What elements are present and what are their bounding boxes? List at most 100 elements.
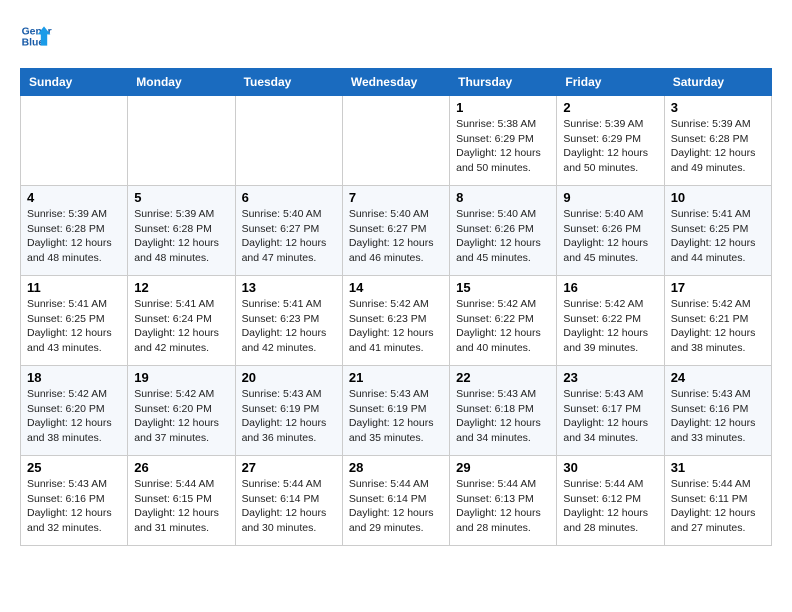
day-number: 4 <box>27 190 121 205</box>
day-info: Sunrise: 5:43 AM Sunset: 6:18 PM Dayligh… <box>456 387 550 446</box>
day-number: 20 <box>242 370 336 385</box>
day-info: Sunrise: 5:42 AM Sunset: 6:22 PM Dayligh… <box>456 297 550 356</box>
day-info: Sunrise: 5:39 AM Sunset: 6:28 PM Dayligh… <box>134 207 228 266</box>
weekday-header-thursday: Thursday <box>450 69 557 96</box>
day-info: Sunrise: 5:42 AM Sunset: 6:22 PM Dayligh… <box>563 297 657 356</box>
day-number: 6 <box>242 190 336 205</box>
day-info: Sunrise: 5:42 AM Sunset: 6:21 PM Dayligh… <box>671 297 765 356</box>
calendar-cell: 11Sunrise: 5:41 AM Sunset: 6:25 PM Dayli… <box>21 276 128 366</box>
day-number: 8 <box>456 190 550 205</box>
calendar-cell: 15 Sunrise: 5:42 AM Sunset: 6:22 PM Dayli… <box>450 276 557 366</box>
day-number: 17 <box>671 280 765 295</box>
day-number: 13 <box>242 280 336 295</box>
day-number: 29 <box>456 460 550 475</box>
weekday-header-monday: Monday <box>128 69 235 96</box>
logo: General Blue <box>20 20 56 52</box>
day-info: Sunrise: 5:44 AM Sunset: 6:11 PM Dayligh… <box>671 477 765 536</box>
day-number: 23 <box>563 370 657 385</box>
calendar-cell: 1 Sunrise: 5:38 AM Sunset: 6:29 PM Daylig… <box>450 96 557 186</box>
day-info: Sunrise: 5:38 AM Sunset: 6:29 PM Dayligh… <box>456 117 550 176</box>
day-info: Sunrise: 5:39 AM Sunset: 6:28 PM Dayligh… <box>671 117 765 176</box>
calendar-cell: 19 Sunrise: 5:42 AM Sunset: 6:20 PM Dayli… <box>128 366 235 456</box>
day-info: Sunrise: 5:41 AM Sunset: 6:23 PM Dayligh… <box>242 297 336 356</box>
day-number: 15 <box>456 280 550 295</box>
day-info: Sunrise: 5:41 AM Sunset: 6:25 PM Dayligh… <box>27 297 121 356</box>
calendar-cell: 26 Sunrise: 5:44 AM Sunset: 6:15 PM Dayli… <box>128 456 235 546</box>
day-info: Sunrise: 5:43 AM Sunset: 6:19 PM Dayligh… <box>242 387 336 446</box>
day-number: 24 <box>671 370 765 385</box>
calendar-cell: 29 Sunrise: 5:44 AM Sunset: 6:13 PM Dayli… <box>450 456 557 546</box>
day-number: 19 <box>134 370 228 385</box>
calendar-cell: 8 Sunrise: 5:40 AM Sunset: 6:26 PM Daylig… <box>450 186 557 276</box>
day-info: Sunrise: 5:39 AM Sunset: 6:29 PM Dayligh… <box>563 117 657 176</box>
day-info: Sunrise: 5:42 AM Sunset: 6:23 PM Dayligh… <box>349 297 443 356</box>
day-number: 18 <box>27 370 121 385</box>
calendar-cell: 12 Sunrise: 5:41 AM Sunset: 6:24 PM Dayli… <box>128 276 235 366</box>
day-info: Sunrise: 5:44 AM Sunset: 6:15 PM Dayligh… <box>134 477 228 536</box>
day-info: Sunrise: 5:43 AM Sunset: 6:17 PM Dayligh… <box>563 387 657 446</box>
calendar-cell: 9 Sunrise: 5:40 AM Sunset: 6:26 PM Daylig… <box>557 186 664 276</box>
weekday-header-sunday: Sunday <box>21 69 128 96</box>
weekday-header-friday: Friday <box>557 69 664 96</box>
day-number: 28 <box>349 460 443 475</box>
day-number: 3 <box>671 100 765 115</box>
day-number: 25 <box>27 460 121 475</box>
day-info: Sunrise: 5:41 AM Sunset: 6:24 PM Dayligh… <box>134 297 228 356</box>
calendar-cell <box>235 96 342 186</box>
day-info: Sunrise: 5:44 AM Sunset: 6:14 PM Dayligh… <box>349 477 443 536</box>
calendar-cell: 4 Sunrise: 5:39 AM Sunset: 6:28 PM Daylig… <box>21 186 128 276</box>
day-number: 12 <box>134 280 228 295</box>
day-number: 30 <box>563 460 657 475</box>
calendar-cell: 27Sunrise: 5:44 AM Sunset: 6:14 PM Dayli… <box>235 456 342 546</box>
day-info: Sunrise: 5:44 AM Sunset: 6:12 PM Dayligh… <box>563 477 657 536</box>
day-info: Sunrise: 5:39 AM Sunset: 6:28 PM Dayligh… <box>27 207 121 266</box>
day-info: Sunrise: 5:42 AM Sunset: 6:20 PM Dayligh… <box>134 387 228 446</box>
day-info: Sunrise: 5:42 AM Sunset: 6:20 PM Dayligh… <box>27 387 121 446</box>
calendar-cell: 30 Sunrise: 5:44 AM Sunset: 6:12 PM Dayli… <box>557 456 664 546</box>
day-info: Sunrise: 5:44 AM Sunset: 6:13 PM Dayligh… <box>456 477 550 536</box>
calendar-cell: 2 Sunrise: 5:39 AM Sunset: 6:29 PM Daylig… <box>557 96 664 186</box>
day-number: 9 <box>563 190 657 205</box>
day-info: Sunrise: 5:40 AM Sunset: 6:26 PM Dayligh… <box>456 207 550 266</box>
day-number: 10 <box>671 190 765 205</box>
day-number: 14 <box>349 280 443 295</box>
calendar-cell: 7Sunrise: 5:40 AM Sunset: 6:27 PM Daylig… <box>342 186 449 276</box>
calendar-cell: 22 Sunrise: 5:43 AM Sunset: 6:18 PM Dayli… <box>450 366 557 456</box>
header: General Blue <box>20 20 772 52</box>
day-number: 7 <box>349 190 443 205</box>
day-number: 21 <box>349 370 443 385</box>
calendar-cell: 24 Sunrise: 5:43 AM Sunset: 6:16 PM Dayli… <box>664 366 771 456</box>
day-number: 16 <box>563 280 657 295</box>
day-info: Sunrise: 5:40 AM Sunset: 6:27 PM Dayligh… <box>242 207 336 266</box>
calendar-cell: 20 Sunrise: 5:43 AM Sunset: 6:19 PM Dayli… <box>235 366 342 456</box>
calendar-cell <box>342 96 449 186</box>
calendar-cell: 5 Sunrise: 5:39 AM Sunset: 6:28 PM Daylig… <box>128 186 235 276</box>
day-number: 1 <box>456 100 550 115</box>
calendar-cell: 16 Sunrise: 5:42 AM Sunset: 6:22 PM Dayli… <box>557 276 664 366</box>
day-info: Sunrise: 5:43 AM Sunset: 6:19 PM Dayligh… <box>349 387 443 446</box>
day-number: 2 <box>563 100 657 115</box>
day-info: Sunrise: 5:40 AM Sunset: 6:26 PM Dayligh… <box>563 207 657 266</box>
day-number: 26 <box>134 460 228 475</box>
day-number: 31 <box>671 460 765 475</box>
calendar-cell <box>21 96 128 186</box>
calendar-cell: 10 Sunrise: 5:41 AM Sunset: 6:25 PM Dayli… <box>664 186 771 276</box>
calendar-cell: 25 Sunrise: 5:43 AM Sunset: 6:16 PM Dayli… <box>21 456 128 546</box>
calendar-cell: 31 Sunrise: 5:44 AM Sunset: 6:11 PM Dayli… <box>664 456 771 546</box>
calendar-cell: 21 Sunrise: 5:43 AM Sunset: 6:19 PM Dayli… <box>342 366 449 456</box>
day-info: Sunrise: 5:43 AM Sunset: 6:16 PM Dayligh… <box>27 477 121 536</box>
calendar-cell: 13 Sunrise: 5:41 AM Sunset: 6:23 PM Dayli… <box>235 276 342 366</box>
day-number: 22 <box>456 370 550 385</box>
weekday-header-saturday: Saturday <box>664 69 771 96</box>
weekday-header-tuesday: Tuesday <box>235 69 342 96</box>
weekday-header-wednesday: Wednesday <box>342 69 449 96</box>
day-info: Sunrise: 5:43 AM Sunset: 6:16 PM Dayligh… <box>671 387 765 446</box>
calendar-cell: 18 Sunrise: 5:42 AM Sunset: 6:20 PM Dayli… <box>21 366 128 456</box>
calendar-cell: 23 Sunrise: 5:43 AM Sunset: 6:17 PM Dayli… <box>557 366 664 456</box>
day-number: 5 <box>134 190 228 205</box>
calendar-cell: 3 Sunrise: 5:39 AM Sunset: 6:28 PM Daylig… <box>664 96 771 186</box>
calendar-cell: 17 Sunrise: 5:42 AM Sunset: 6:21 PM Dayli… <box>664 276 771 366</box>
day-info: Sunrise: 5:41 AM Sunset: 6:25 PM Dayligh… <box>671 207 765 266</box>
calendar-cell <box>128 96 235 186</box>
calendar-cell: 28 Sunrise: 5:44 AM Sunset: 6:14 PM Dayli… <box>342 456 449 546</box>
